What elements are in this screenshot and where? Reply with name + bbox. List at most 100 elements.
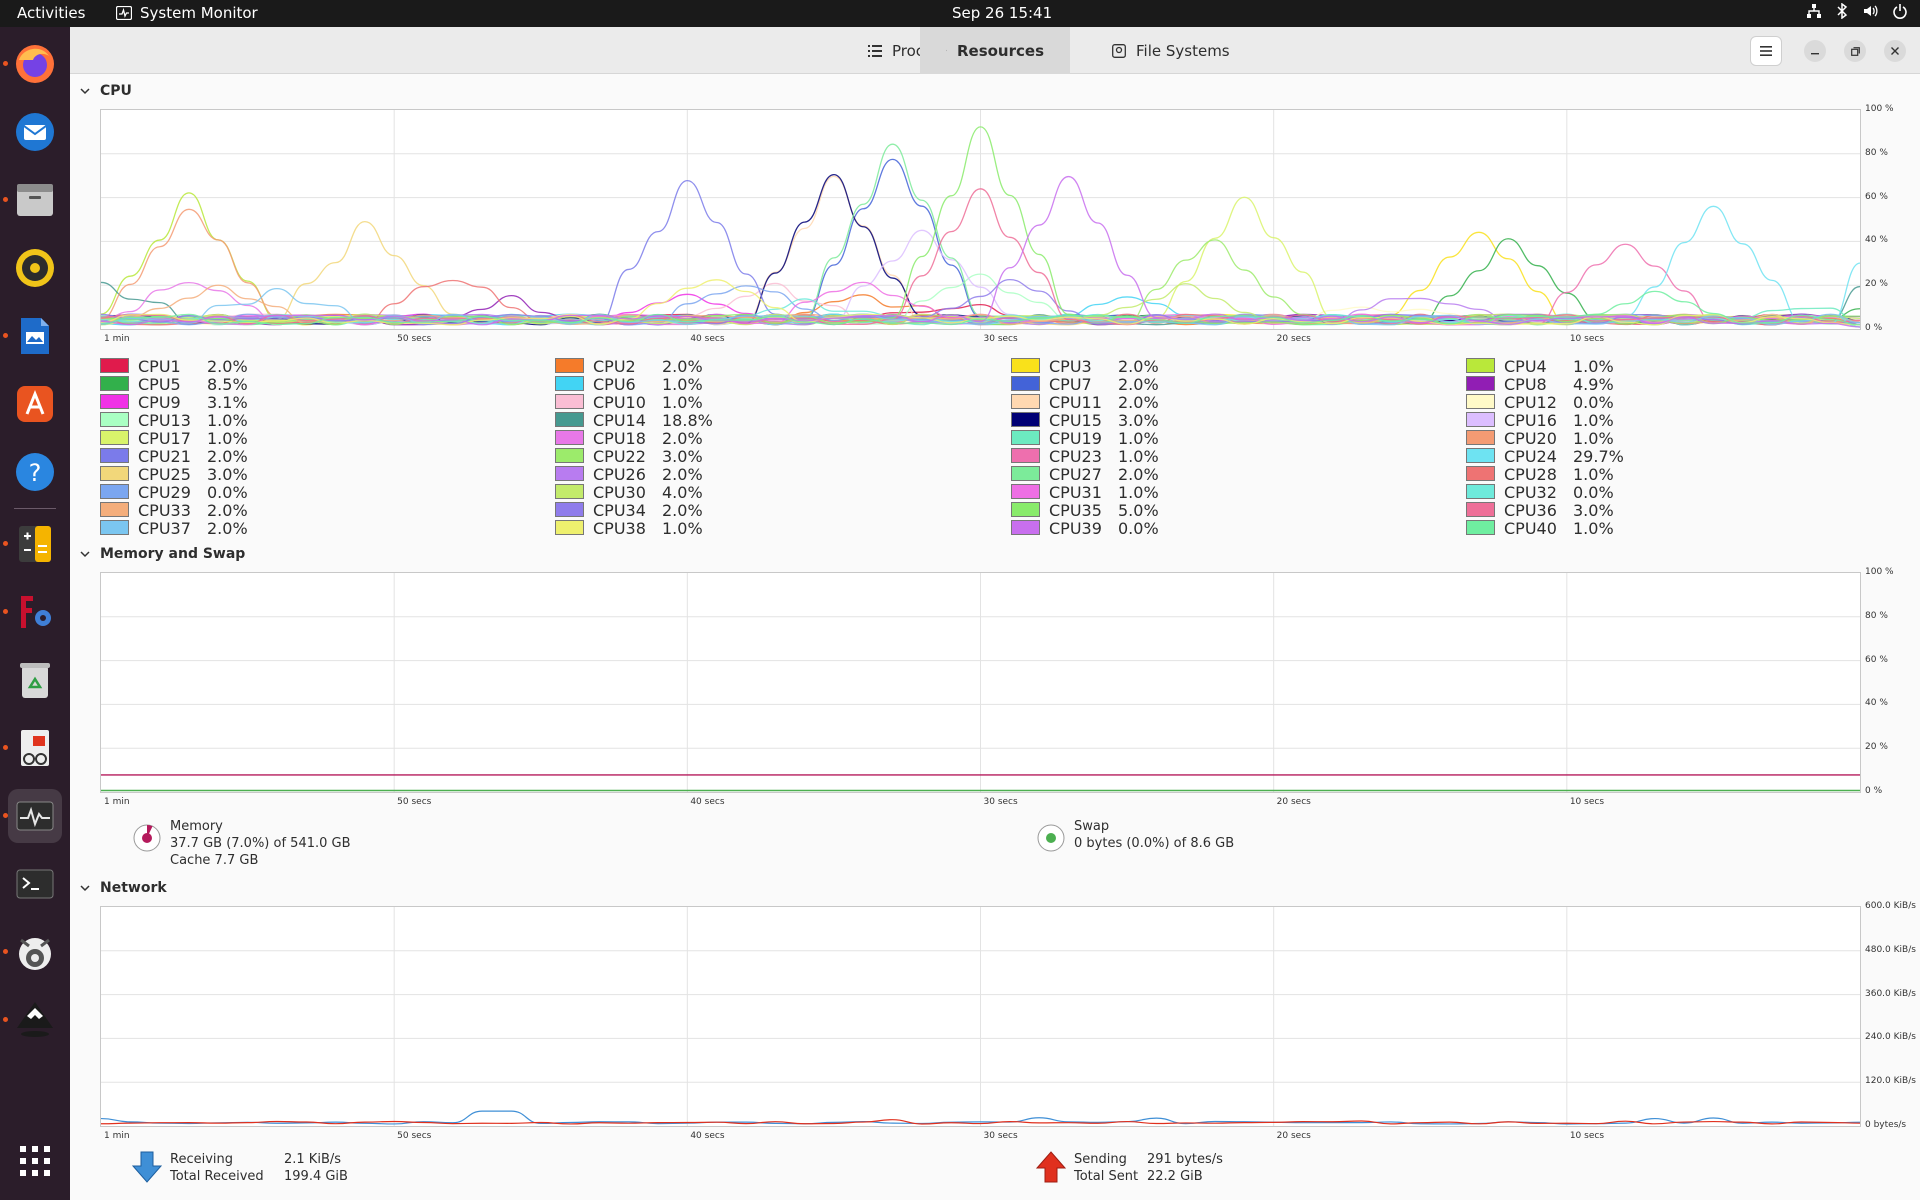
power-icon[interactable] — [1892, 3, 1908, 19]
cpu-legend-entry[interactable]: CPU23 1.0% — [1011, 446, 1211, 466]
cpu-legend-entry[interactable]: CPU37 2.0% — [100, 518, 300, 538]
cpu-legend-entry[interactable]: CPU40 1.0% — [1466, 518, 1666, 538]
cpu-legend-entry[interactable]: CPU6 1.0% — [555, 374, 755, 394]
cpu-legend-entry[interactable]: CPU38 1.0% — [555, 518, 755, 538]
cpu-color-swatch[interactable] — [1466, 411, 1495, 427]
cpu-legend-entry[interactable]: CPU17 1.0% — [100, 428, 300, 448]
cpu-color-swatch[interactable] — [100, 429, 129, 445]
cpu-legend-entry[interactable]: CPU29 0.0% — [100, 482, 300, 502]
cpu-legend-entry[interactable]: CPU11 2.0% — [1011, 392, 1211, 412]
cpu-legend-entry[interactable]: CPU18 2.0% — [555, 428, 755, 448]
app-center-icon[interactable] — [8, 377, 62, 431]
document-viewer-icon[interactable] — [8, 721, 62, 775]
cpu-legend-entry[interactable]: CPU34 2.0% — [555, 500, 755, 520]
filezilla-icon[interactable] — [8, 585, 62, 639]
cpu-legend-entry[interactable]: CPU5 8.5% — [100, 374, 300, 394]
inkscape-icon[interactable] — [8, 993, 62, 1047]
cpu-color-swatch[interactable] — [1466, 429, 1495, 445]
cpu-color-swatch[interactable] — [555, 501, 584, 517]
cpu-legend-entry[interactable]: CPU7 2.0% — [1011, 374, 1211, 394]
activities-button[interactable]: Activities — [17, 4, 85, 22]
terminal-icon[interactable] — [8, 857, 62, 911]
cpu-color-swatch[interactable] — [100, 465, 129, 481]
system-tray[interactable] — [1806, 3, 1908, 19]
cpu-legend-entry[interactable]: CPU14 18.8% — [555, 410, 755, 430]
system-monitor-icon[interactable] — [8, 789, 62, 843]
maximize-button[interactable] — [1844, 40, 1866, 62]
cpu-color-swatch[interactable] — [100, 375, 129, 391]
cpu-legend-entry[interactable]: CPU33 2.0% — [100, 500, 300, 520]
cpu-color-swatch[interactable] — [1466, 393, 1495, 409]
cpu-color-swatch[interactable] — [555, 411, 584, 427]
cpu-legend-entry[interactable]: CPU2 2.0% — [555, 356, 755, 376]
cpu-color-swatch[interactable] — [1466, 375, 1495, 391]
cpu-legend-entry[interactable]: CPU1 2.0% — [100, 356, 300, 376]
cpu-color-swatch[interactable] — [555, 519, 584, 535]
cpu-color-swatch[interactable] — [555, 483, 584, 499]
cpu-legend-entry[interactable]: CPU20 1.0% — [1466, 428, 1666, 448]
cpu-color-swatch[interactable] — [100, 519, 129, 535]
cpu-legend-entry[interactable]: CPU10 1.0% — [555, 392, 755, 412]
gimp-icon[interactable] — [8, 925, 62, 979]
clock[interactable]: Sep 26 15:41 — [952, 4, 1052, 22]
calculator-icon[interactable] — [8, 517, 62, 571]
cpu-legend-entry[interactable]: CPU30 4.0% — [555, 482, 755, 502]
cpu-color-swatch[interactable] — [555, 357, 584, 373]
cpu-color-swatch[interactable] — [1011, 519, 1040, 535]
cpu-legend-entry[interactable]: CPU21 2.0% — [100, 446, 300, 466]
network-icon[interactable] — [1806, 3, 1822, 19]
cpu-color-swatch[interactable] — [100, 393, 129, 409]
cpu-color-swatch[interactable] — [555, 447, 584, 463]
cpu-legend-entry[interactable]: CPU4 1.0% — [1466, 356, 1666, 376]
cpu-legend-entry[interactable]: CPU12 0.0% — [1466, 392, 1666, 412]
cpu-color-swatch[interactable] — [1011, 375, 1040, 391]
cpu-color-swatch[interactable] — [555, 375, 584, 391]
cpu-color-swatch[interactable] — [555, 465, 584, 481]
app-menu[interactable]: System Monitor — [116, 4, 258, 22]
cpu-color-swatch[interactable] — [100, 357, 129, 373]
cpu-color-swatch[interactable] — [1011, 447, 1040, 463]
cpu-color-swatch[interactable] — [1466, 357, 1495, 373]
cpu-color-swatch[interactable] — [1011, 411, 1040, 427]
cpu-legend-entry[interactable]: CPU39 0.0% — [1011, 518, 1211, 538]
cpu-color-swatch[interactable] — [555, 393, 584, 409]
cpu-legend-entry[interactable]: CPU32 0.0% — [1466, 482, 1666, 502]
cpu-color-swatch[interactable] — [1466, 519, 1495, 535]
cpu-color-swatch[interactable] — [1466, 465, 1495, 481]
cpu-color-swatch[interactable] — [1011, 465, 1040, 481]
firefox-icon[interactable] — [8, 37, 62, 91]
cpu-color-swatch[interactable] — [1466, 483, 1495, 499]
network-section-header[interactable]: Network — [80, 880, 167, 896]
cpu-color-swatch[interactable] — [100, 501, 129, 517]
main-menu-button[interactable] — [1750, 36, 1782, 66]
cpu-legend-entry[interactable]: CPU19 1.0% — [1011, 428, 1211, 448]
cpu-legend-entry[interactable]: CPU36 3.0% — [1466, 500, 1666, 520]
writer-icon[interactable] — [8, 309, 62, 363]
cpu-legend-entry[interactable]: CPU26 2.0% — [555, 464, 755, 484]
cpu-color-swatch[interactable] — [1011, 483, 1040, 499]
volume-icon[interactable] — [1862, 3, 1878, 19]
cpu-legend-entry[interactable]: CPU3 2.0% — [1011, 356, 1211, 376]
cpu-color-swatch[interactable] — [100, 483, 129, 499]
cpu-color-swatch[interactable] — [1466, 501, 1495, 517]
help-icon[interactable]: ? — [8, 445, 62, 499]
cpu-legend-entry[interactable]: CPU16 1.0% — [1466, 410, 1666, 430]
cpu-legend-entry[interactable]: CPU35 5.0% — [1011, 500, 1211, 520]
rhythmbox-icon[interactable] — [8, 241, 62, 295]
close-button[interactable] — [1884, 40, 1906, 62]
tab-file-systems[interactable]: File Systems — [1086, 27, 1256, 74]
cpu-legend-entry[interactable]: CPU31 1.0% — [1011, 482, 1211, 502]
cpu-color-swatch[interactable] — [1011, 393, 1040, 409]
cpu-color-swatch[interactable] — [1011, 429, 1040, 445]
cpu-section-header[interactable]: CPU — [80, 83, 132, 99]
cpu-color-swatch[interactable] — [1466, 447, 1495, 463]
cpu-color-swatch[interactable] — [100, 411, 129, 427]
thunderbird-icon[interactable] — [8, 105, 62, 159]
cpu-color-swatch[interactable] — [100, 447, 129, 463]
cpu-legend-entry[interactable]: CPU28 1.0% — [1466, 464, 1666, 484]
cpu-legend-entry[interactable]: CPU15 3.0% — [1011, 410, 1211, 430]
cpu-color-swatch[interactable] — [555, 429, 584, 445]
cpu-legend-entry[interactable]: CPU27 2.0% — [1011, 464, 1211, 484]
cpu-color-swatch[interactable] — [1011, 357, 1040, 373]
cpu-legend-entry[interactable]: CPU24 29.7% — [1466, 446, 1666, 466]
